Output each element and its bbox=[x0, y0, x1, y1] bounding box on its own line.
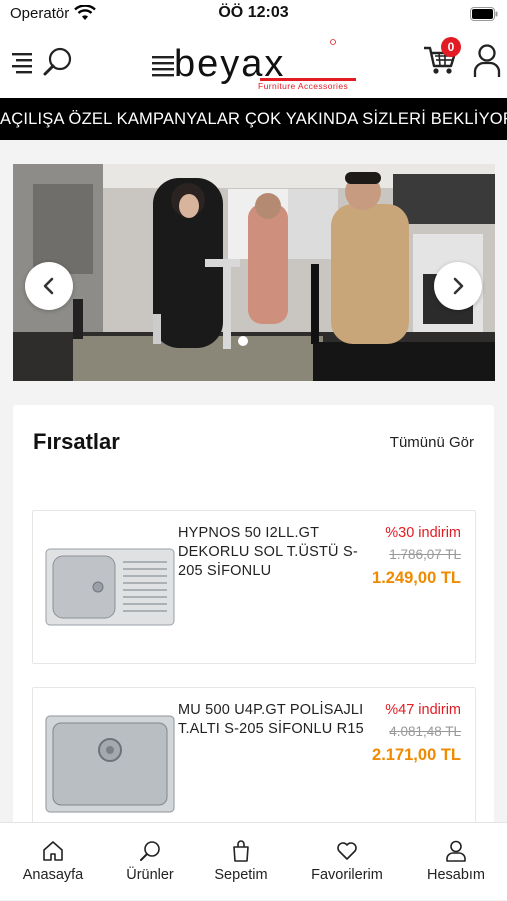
tab-products[interactable]: Ürünler bbox=[100, 823, 200, 901]
status-bar: Operatör ÖÖ 12:03 bbox=[0, 0, 507, 28]
discount-badge: %30 indirim bbox=[385, 525, 461, 541]
product-image bbox=[45, 548, 175, 626]
tab-cart[interactable]: Sepetim bbox=[191, 823, 291, 901]
tab-label: Hesabım bbox=[426, 867, 486, 883]
discount-badge: %47 indirim bbox=[385, 702, 461, 718]
cart-count-badge: 0 bbox=[441, 37, 461, 57]
product-name: HYPNOS 50 I2LL.GT DEKORLU SOL T.ÜSTÜ S-2… bbox=[178, 525, 358, 579]
tab-label: Sepetim bbox=[214, 867, 268, 883]
product-card[interactable]: HYPNOS 50 I2LL.GT DEKORLU SOL T.ÜSTÜ S-2… bbox=[32, 510, 476, 664]
app-header: beyax Furniture Accessories 0 bbox=[0, 28, 507, 98]
battery-icon bbox=[470, 7, 498, 21]
tab-account[interactable]: Hesabım bbox=[406, 823, 506, 901]
logo-tagline: Furniture Accessories bbox=[258, 81, 348, 90]
product-name: MU 500 U4P.GT POLİSAJLI T.ALTI S-205 SİF… bbox=[178, 702, 364, 737]
tab-favorites[interactable]: Favorilerim bbox=[297, 823, 397, 901]
announcement-banner: AÇILIŞA ÖZEL KAMPANYALAR ÇOK YAKINDA SİZ… bbox=[0, 98, 507, 140]
menu-icon[interactable] bbox=[10, 50, 36, 74]
hero-slider[interactable] bbox=[13, 164, 495, 381]
chevron-right-icon bbox=[453, 277, 464, 295]
user-icon bbox=[446, 840, 466, 862]
see-all-link[interactable]: Tümünü Gör bbox=[390, 434, 474, 451]
slider-prev-button[interactable] bbox=[25, 262, 73, 310]
tab-label: Favorilerim bbox=[311, 867, 383, 883]
product-card[interactable]: MU 500 U4P.GT POLİSAJLI T.ALTI S-205 SİF… bbox=[32, 687, 476, 841]
search-icon[interactable] bbox=[42, 46, 74, 78]
slider-next-button[interactable] bbox=[434, 262, 482, 310]
deals-title: Fırsatlar bbox=[33, 429, 120, 454]
tab-label: Ürünler bbox=[126, 867, 174, 883]
old-price: 1.786,07 TL bbox=[389, 547, 461, 562]
slider-indicator-dot[interactable] bbox=[238, 336, 248, 346]
search-icon bbox=[140, 841, 160, 861]
tab-label: Anasayfa bbox=[22, 867, 84, 883]
bag-icon bbox=[233, 840, 249, 862]
bottom-tab-bar: Anasayfa Ürünler Sepetim Favorilerim Hes… bbox=[0, 822, 507, 900]
brand-logo[interactable]: beyax Furniture Accessories bbox=[152, 38, 358, 90]
product-price: 1.249,00 TL bbox=[372, 569, 461, 587]
product-image bbox=[45, 715, 175, 813]
slider-photo bbox=[13, 164, 495, 381]
clock: ÖÖ 12:03 bbox=[218, 4, 289, 21]
home-icon bbox=[43, 841, 63, 861]
tab-home[interactable]: Anasayfa bbox=[3, 823, 103, 901]
old-price: 4.081,48 TL bbox=[389, 724, 461, 739]
chevron-left-icon bbox=[43, 277, 54, 295]
heart-icon bbox=[337, 842, 357, 860]
product-price: 2.171,00 TL bbox=[372, 746, 461, 764]
user-icon[interactable] bbox=[472, 44, 502, 78]
deals-section: Fırsatlar Tümünü Gör HYPNOS 50 I2LL.GT D… bbox=[13, 405, 494, 841]
